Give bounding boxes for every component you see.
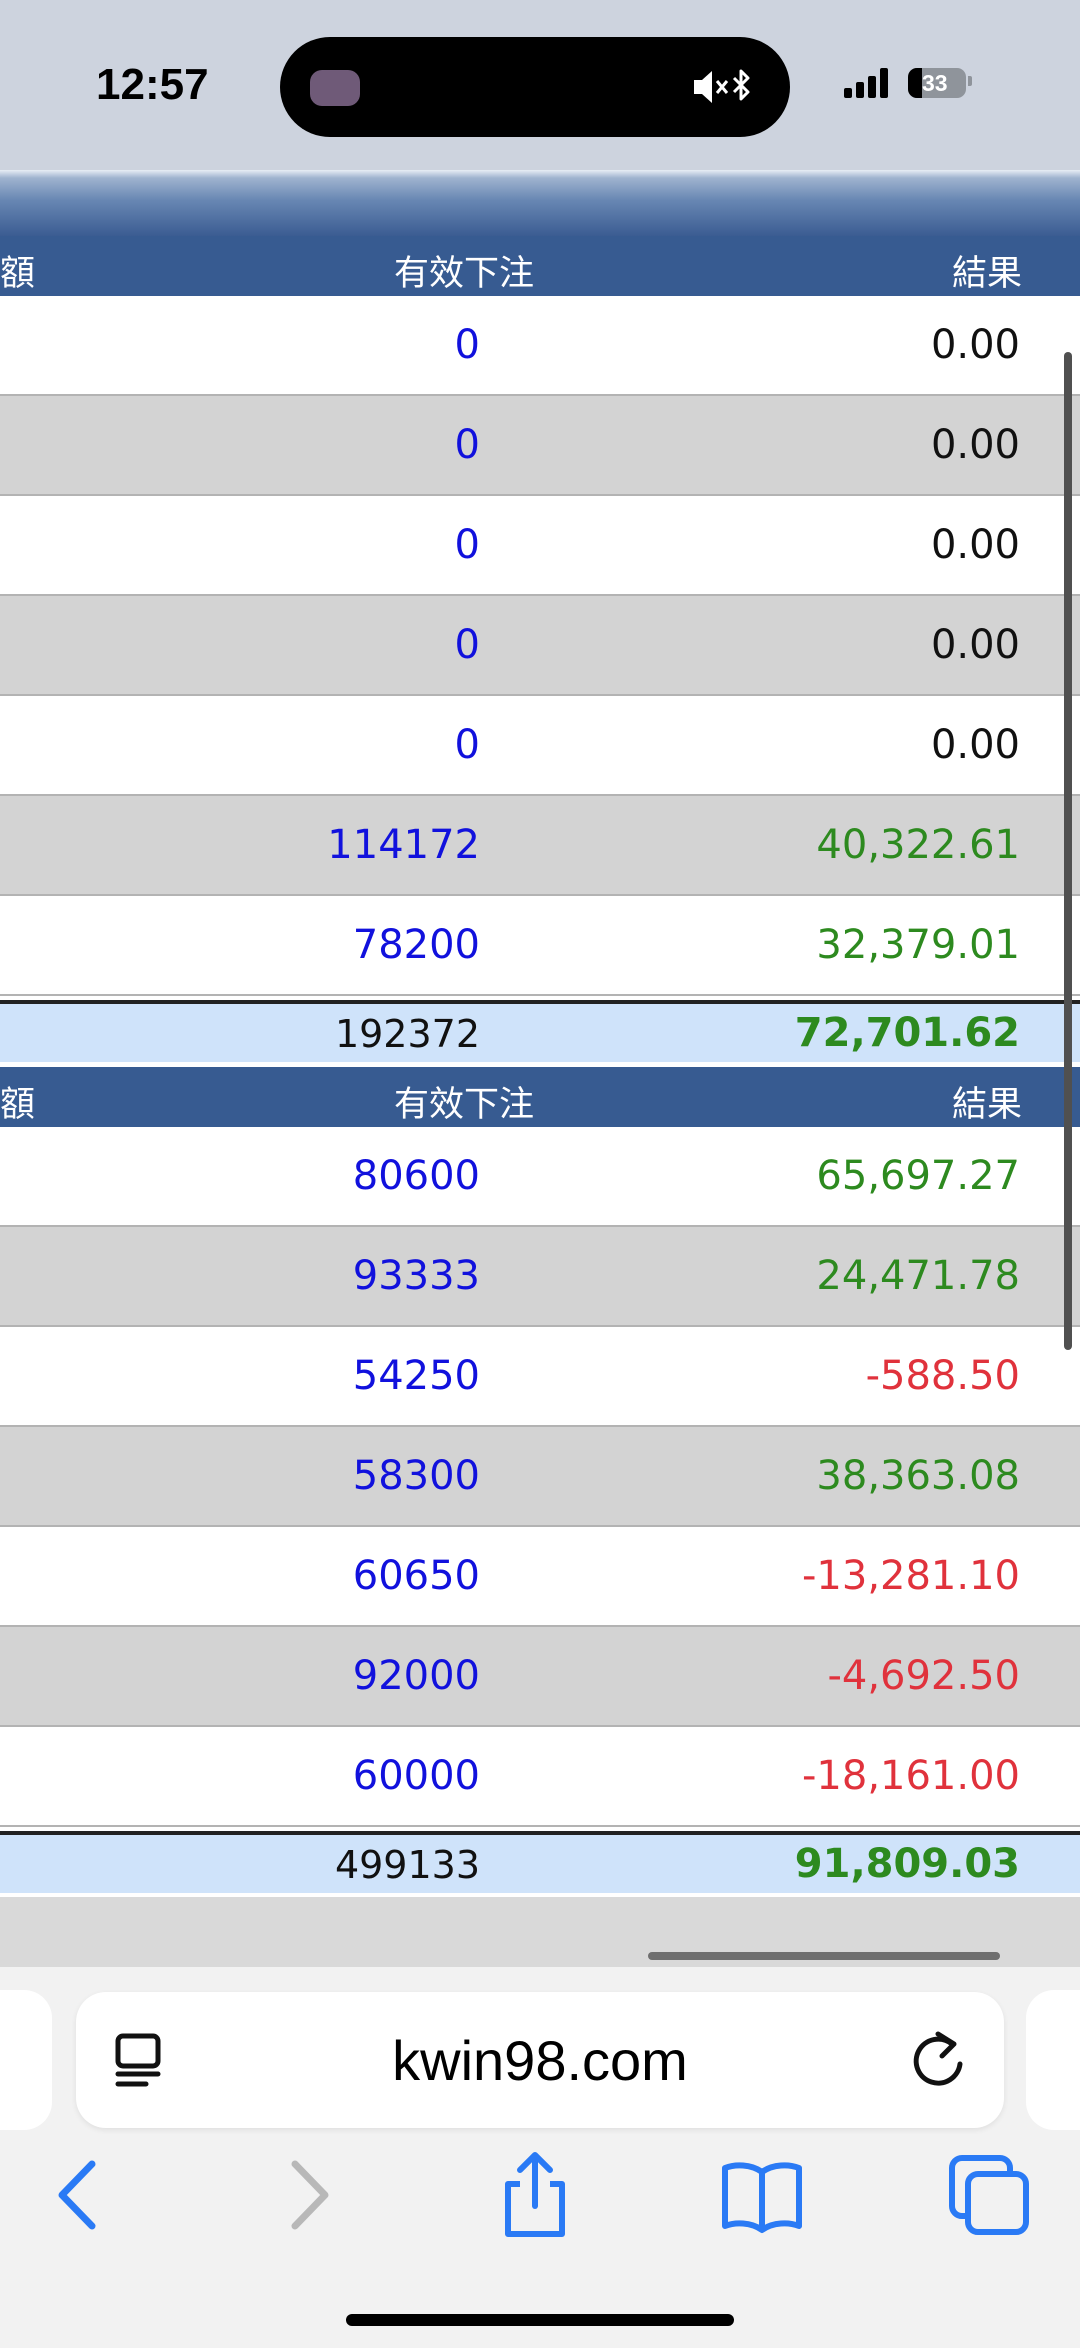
url-text[interactable]: kwin98.com <box>76 2028 1004 2093</box>
result-cell: 0.00 <box>930 322 1020 368</box>
result-cell: -18,161.00 <box>801 1753 1020 1799</box>
bookmarks-book-icon[interactable] <box>717 2150 807 2240</box>
next-tab-preview[interactable] <box>1026 1990 1080 2130</box>
table-row: 92000 -4,692.50 <box>0 1627 1080 1727</box>
table2-header-amount: 額 <box>0 1085 36 1125</box>
table-row: 54250 -588.50 <box>0 1327 1080 1427</box>
table-row: 93333 24,471.78 <box>0 1227 1080 1327</box>
status-bar: 12:57 33 <box>0 0 1080 170</box>
table-row: 58300 38,363.08 <box>0 1427 1080 1527</box>
valid-bet-cell[interactable]: 93333 <box>353 1253 480 1299</box>
result-cell: -4,692.50 <box>827 1653 1020 1699</box>
island-status-icons <box>690 63 760 111</box>
address-bar[interactable]: kwin98.com <box>76 1992 1004 2128</box>
result-cell: 40,322.61 <box>816 822 1020 868</box>
previous-tab-preview[interactable] <box>0 1990 52 2130</box>
table2-header-valid-bet: 有效下注 <box>394 1085 535 1125</box>
valid-bet-cell[interactable]: 0 <box>455 322 480 368</box>
total-valid-bet: 192372 <box>334 1012 480 1056</box>
table1-header-amount: 額 <box>0 254 36 294</box>
page-header-band <box>0 170 1080 236</box>
table-row: 60000 -18,161.00 <box>0 1727 1080 1827</box>
valid-bet-cell[interactable]: 54250 <box>353 1353 480 1399</box>
table2-total-row: 499133 91,809.03 <box>0 1831 1080 1893</box>
vertical-scrollbar[interactable] <box>1064 352 1072 1350</box>
home-indicator[interactable] <box>346 2314 734 2326</box>
status-time: 12:57 <box>96 60 209 109</box>
valid-bet-cell[interactable]: 0 <box>455 622 480 668</box>
total-result: 72,701.62 <box>794 1010 1020 1056</box>
table1-header: 額 有效下注 結果 <box>0 236 1080 296</box>
valid-bet-cell[interactable]: 0 <box>455 722 480 768</box>
table2-header-result: 結果 <box>951 1085 1022 1125</box>
valid-bet-cell[interactable]: 92000 <box>353 1653 480 1699</box>
table1-total-row: 192372 72,701.62 <box>0 1000 1080 1062</box>
table-row: 80600 65,697.27 <box>0 1127 1080 1227</box>
share-icon[interactable] <box>490 2150 580 2240</box>
horizontal-scrollbar[interactable] <box>648 1952 1000 1960</box>
valid-bet-cell[interactable]: 0 <box>455 422 480 468</box>
dynamic-island <box>280 37 790 137</box>
result-cell: -13,281.10 <box>801 1553 1020 1599</box>
valid-bet-cell[interactable]: 114172 <box>327 822 480 868</box>
table1-header-valid-bet: 有效下注 <box>394 254 535 294</box>
valid-bet-cell[interactable]: 60000 <box>353 1753 480 1799</box>
result-cell: -588.50 <box>865 1353 1020 1399</box>
result-cell: 0.00 <box>930 722 1020 768</box>
table-row: 78200 32,379.01 <box>0 896 1080 996</box>
table-row: 114172 40,322.61 <box>0 796 1080 896</box>
valid-bet-cell[interactable]: 58300 <box>353 1453 480 1499</box>
table2-header: 額 有效下注 結果 <box>0 1067 1080 1127</box>
valid-bet-cell[interactable]: 80600 <box>353 1153 480 1199</box>
mute-bluetooth-icon <box>694 69 750 103</box>
result-cell: 0.00 <box>930 522 1020 568</box>
result-cell: 24,471.78 <box>816 1253 1020 1299</box>
table-row: 60650 -13,281.10 <box>0 1527 1080 1627</box>
result-cell: 32,379.01 <box>816 922 1020 968</box>
tabs-icon[interactable] <box>944 2150 1034 2240</box>
table-row: 0 0.00 <box>0 396 1080 496</box>
result-cell: 0.00 <box>930 622 1020 668</box>
table1-header-result: 結果 <box>951 254 1022 294</box>
total-valid-bet: 499133 <box>334 1843 480 1887</box>
result-cell: 38,363.08 <box>816 1453 1020 1499</box>
valid-bet-cell[interactable]: 60650 <box>353 1553 480 1599</box>
island-activity-icon <box>310 70 360 106</box>
valid-bet-cell[interactable]: 0 <box>455 522 480 568</box>
reload-icon[interactable] <box>908 2028 968 2092</box>
table-row: 0 0.00 <box>0 296 1080 396</box>
table-row: 0 0.00 <box>0 496 1080 596</box>
back-chevron-icon[interactable] <box>32 2150 122 2240</box>
result-cell: 65,697.27 <box>816 1153 1020 1199</box>
total-result: 91,809.03 <box>794 1841 1020 1887</box>
forward-chevron-icon[interactable] <box>265 2150 355 2240</box>
battery-icon: 33 <box>908 68 966 98</box>
status-right: 33 <box>840 62 990 112</box>
battery-level: 33 <box>922 70 948 96</box>
valid-bet-cell[interactable]: 78200 <box>353 922 480 968</box>
result-cell: 0.00 <box>930 422 1020 468</box>
table-row: 0 0.00 <box>0 696 1080 796</box>
table-row: 0 0.00 <box>0 596 1080 696</box>
